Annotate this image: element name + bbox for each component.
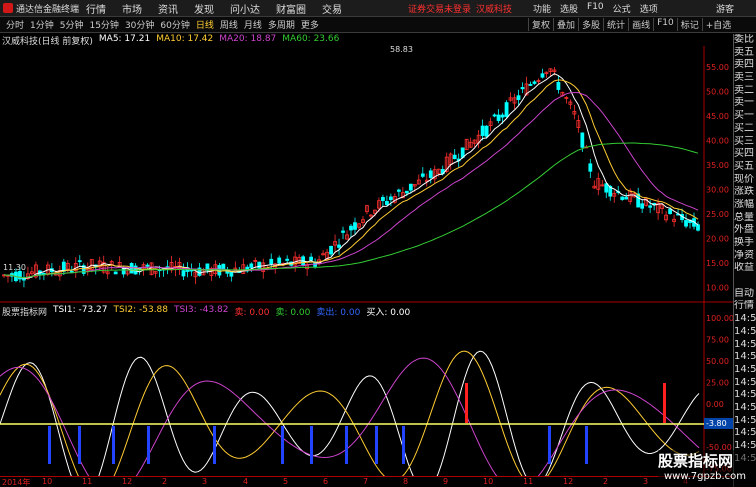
sidebar-label-12: 涨跌 [734,186,754,198]
sidebar-label-27: 14:50 [734,376,756,388]
ma20-line [3,92,699,279]
sidebar-label-19 [734,275,756,288]
price-axis-tick: 10.00 [706,284,729,293]
price-axis-tick: 45.00 [706,112,729,121]
sidebar-label-25: 14:50 [734,351,756,363]
kline-chart[interactable]: 58.83 11.30 55.00 50.00 45.00 40.00 35.00 30.… [0,0,733,476]
sell-red-label: 卖: 0.00 [234,308,270,318]
price-axis-tick: 50.00 [706,88,729,97]
date-tick-5: 3 [202,477,208,486]
sidebar-label-21: 行情 [734,300,754,312]
price-axis-tick: 35.00 [706,161,729,170]
buy-label: 买入: 0.00 [366,308,411,318]
price-axis-tick: 30.00 [706,186,729,195]
sidebar-label-13: 涨幅 [734,198,754,210]
watermark-url: www.7gpzb.com [664,471,746,482]
indicator-axis-tick: 25.00 [706,379,729,388]
sidebar-label-28: 14:50 [734,389,756,401]
date-tick-10: 8 [403,477,409,486]
sidebar-label-6: 买一 [734,110,754,122]
indicator-info: 股票指标网 TSI1: -73.27 TSI2: -53.88 TSI3: -4… [2,305,416,318]
sidebar-label-1: 卖五 [734,46,754,58]
date-tick-14: 12 [563,477,574,486]
price-axis-tick: 40.00 [706,137,729,146]
sell-green-label: 卖: 0.00 [275,308,311,318]
sidebar-label-16: 换手 [734,237,754,248]
sidebar-label-26: 14:50 [734,363,756,375]
sidebar-label-18: 收益 [734,262,754,274]
sidebar-label-15: 外盘 [734,224,754,236]
indicator-axis-tick: 50.00 [706,357,729,366]
sidebar-label-0: 委比 [734,34,754,45]
price-axis-tick: 25.00 [706,210,729,219]
date-tick-9: 7 [363,477,369,486]
date-tick-8: 6 [323,477,329,486]
sidebar-label-3: 卖三 [734,72,754,84]
sidebar-label-7: 买二 [734,122,754,134]
sidebar-label-17: 净资 [734,249,754,261]
price-axis-tick: 15.00 [706,259,729,268]
indicator-axis-tick: 75.00 [706,336,729,345]
date-axis: 2014年10111223456789101112234 [0,476,733,487]
indicator-name[interactable]: 股票指标网 [2,305,47,318]
watermark-title: 股票指标网 [658,452,734,470]
sidebar-label-30: 14:50 [734,414,756,426]
tsi2-label: TSI2: -53.88 [113,305,169,315]
tsi3-label: TSI3: -43.82 [174,305,229,315]
sidebar-label-9: 买四 [734,148,754,160]
watermark: 股票指标网 www.7gpzb.com [658,450,756,487]
sidebar-label-23: 14:50 [734,325,756,337]
date-tick-11: 9 [443,477,449,486]
sidebar-label-8: 买三 [734,135,754,147]
sidebar-label-20: 自动 [734,287,754,299]
date-tick-7: 5 [283,477,289,486]
tsi1-line [0,350,700,476]
tsi1-label: TSI1: -73.27 [53,305,108,315]
price-axis-tick: 20.00 [706,235,729,244]
price-axis-tick: 55.00 [706,63,729,72]
ma10-line [3,79,699,279]
date-tick-1: 10 [42,477,53,486]
sidebar-label-11: 现价 [734,173,754,185]
sidebar-label-31: 14:50 [734,427,756,439]
sell-out-label: 卖出: 0.00 [316,308,361,318]
date-tick-12: 10 [483,477,494,486]
date-tick-0: 2014年 [2,478,31,487]
date-tick-16: 3 [643,477,649,486]
sidebar-label-22: 14:50 [734,313,756,325]
sidebar-label-24: 14:50 [734,338,756,350]
low-price-label: 11.30 [3,263,26,272]
date-tick-13: 11 [523,477,534,486]
sidebar-label-14: 总量 [734,211,754,223]
current-value-tag: -3.80 [704,418,733,429]
sidebar-label-4: 卖二 [734,84,754,96]
date-tick-15: 2 [603,477,609,486]
date-tick-3: 12 [122,477,133,486]
sidebar-label-29: 14:50 [734,401,756,413]
sidebar-label-10: 买五 [734,160,754,172]
indicator-axis-tick: 0.00 [706,400,724,409]
sidebar-label-2: 卖四 [734,59,754,71]
ma60-line [3,142,699,279]
quote-sidebar: 委比 卖五 卖四 卖三 卖二 卖一 买一 买二 买三 买四 买五 现价 涨跌 涨幅 总量 外盘 换手 净资 收益自动… [733,34,756,487]
indicator-axis-tick: 100.00 [706,314,733,323]
date-tick-4: 2 [162,477,168,486]
high-price-label: 58.83 [390,45,413,54]
sidebar-label-5: 卖一 [734,97,754,109]
date-tick-2: 11 [82,477,93,486]
date-tick-6: 4 [243,477,249,486]
